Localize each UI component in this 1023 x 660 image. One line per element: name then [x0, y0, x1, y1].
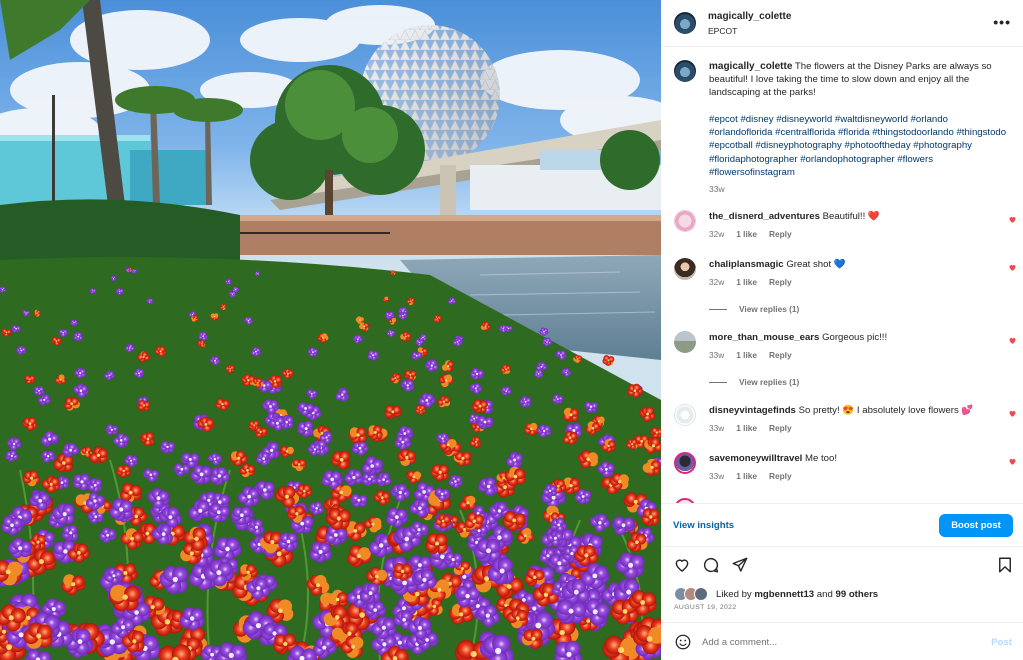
comment-likes[interactable]: 1 like	[736, 229, 757, 239]
red-flower	[120, 482, 142, 503]
post-header: magically_colette EPCOT •••	[661, 0, 1023, 47]
author-username[interactable]: magically_colette	[708, 11, 791, 22]
reply-button[interactable]: Reply	[769, 423, 792, 433]
liker-avatars[interactable]	[674, 587, 712, 601]
share-icon[interactable]	[731, 556, 749, 574]
purple-flower	[454, 585, 480, 608]
liker-avatar	[694, 587, 708, 601]
post-photo[interactable]	[0, 0, 661, 660]
boost-post-button[interactable]: Boost post	[939, 514, 1013, 537]
purple-flower	[11, 324, 21, 333]
comment-time: 32w	[709, 277, 725, 287]
comment-item: the_disnerd_adventures Beautiful!! ❤️ 32…	[674, 210, 1019, 250]
caption-avatar[interactable]	[674, 60, 696, 82]
purple-flower	[309, 541, 332, 563]
red-flower	[425, 533, 448, 554]
caption-hashtags[interactable]: #epcot #disney #disneyworld #waltdisneyw…	[709, 113, 1009, 179]
likes-prefix: Liked by	[716, 588, 752, 600]
post-side-panel: magically_colette EPCOT ••• magically_co…	[661, 0, 1023, 660]
reply-button[interactable]: Reply	[769, 277, 792, 287]
comment-text: Great shot 💙	[786, 259, 846, 270]
comment-input[interactable]	[702, 632, 972, 652]
liker-username[interactable]: mgbennett13	[754, 589, 814, 600]
purple-flower	[350, 493, 368, 508]
purple-flower	[554, 640, 583, 660]
comment-likes[interactable]: 1 like	[736, 471, 757, 481]
heart-icon[interactable]	[1008, 336, 1017, 345]
comment-item: disneyvintagefinds So pretty! 😍 I absolu…	[674, 404, 1019, 444]
author-avatar[interactable]	[674, 12, 696, 34]
comment-username[interactable]: more_than_mouse_ears	[709, 332, 819, 343]
likes-summary: Liked by mgbennett13 and 99 others	[674, 587, 878, 601]
red-flower	[137, 400, 151, 412]
post-date: AUGUST 19, 2022	[674, 604, 737, 611]
comment-likes[interactable]: 1 like	[736, 350, 757, 360]
view-replies-button[interactable]: View replies (1)	[709, 304, 799, 314]
comment-likes[interactable]: 1 like	[736, 277, 757, 287]
comment-avatar[interactable]	[674, 331, 696, 353]
red-flower	[602, 355, 615, 366]
purple-flower	[254, 271, 260, 277]
post-comment-button[interactable]: Post	[991, 637, 1012, 648]
red-flower	[390, 270, 396, 276]
purple-flower	[367, 350, 379, 361]
comment-avatar[interactable]	[674, 258, 696, 280]
comment-username[interactable]: the_disnerd_adventures	[709, 211, 820, 222]
comments-section[interactable]: magically_colette The flowers at the Dis…	[661, 47, 1023, 503]
comment-text: Me too!	[805, 453, 837, 464]
heart-icon[interactable]	[1008, 215, 1017, 224]
likes-count[interactable]: 99 others	[835, 589, 878, 600]
caption-username[interactable]: magically_colette	[709, 61, 792, 72]
add-comment-bar: Post	[661, 622, 1023, 660]
reply-button[interactable]: Reply	[769, 229, 792, 239]
bookmark-icon[interactable]	[996, 556, 1014, 574]
comment-item: more_than_mouse_ears Gorgeous pic!!! 33w…	[674, 331, 1019, 371]
purple-flower	[555, 599, 587, 625]
post-location[interactable]: EPCOT	[708, 26, 737, 36]
reply-button[interactable]: Reply	[769, 350, 792, 360]
more-options-icon[interactable]: •••	[993, 14, 1011, 30]
comment-text: So pretty! 😍 I absolutely love flowers 💕	[798, 405, 974, 416]
comment-username[interactable]: savemoneywilltravel	[709, 453, 802, 464]
comment-time: 33w	[709, 350, 725, 360]
comment-text: Beautiful!! ❤️	[822, 211, 880, 222]
comment-time: 33w	[709, 423, 725, 433]
comment-avatar[interactable]	[674, 404, 696, 426]
comment-username[interactable]: disneyvintagefinds	[709, 405, 796, 416]
comment-likes[interactable]: 1 like	[736, 423, 757, 433]
heart-icon[interactable]	[673, 556, 691, 574]
caption-time: 33w	[709, 184, 725, 194]
heart-icon[interactable]	[1008, 409, 1017, 418]
comment-item: savemoneywilltravel Me too! 33w 1 like Rep…	[674, 452, 1019, 492]
comment-username[interactable]: chaliplansmagic	[709, 259, 784, 270]
reply-button[interactable]: Reply	[769, 471, 792, 481]
heart-icon[interactable]	[1008, 263, 1017, 272]
comment-avatar[interactable]	[674, 452, 696, 474]
comment-time: 32w	[709, 229, 725, 239]
comment-avatar[interactable]	[674, 210, 696, 232]
likes-joiner: and	[816, 588, 833, 600]
comment-icon[interactable]	[702, 556, 720, 574]
emoji-icon[interactable]	[674, 633, 692, 651]
purple-flower	[61, 524, 79, 541]
view-replies-button[interactable]: View replies (1)	[709, 377, 799, 387]
red-flower	[563, 407, 579, 423]
action-bar	[661, 551, 1023, 579]
caption-text: magically_colette The flowers at the Dis…	[709, 60, 1009, 100]
heart-icon[interactable]	[1008, 457, 1017, 466]
view-insights-link[interactable]: View insights	[673, 520, 734, 531]
comment-item: chaliplansmagic Great shot 💙 32w 1 like Re…	[674, 258, 1019, 298]
insights-bar: View insights Boost post	[661, 503, 1023, 547]
red-flower	[641, 508, 660, 526]
comment-time: 33w	[709, 471, 725, 481]
comment-text: Gorgeous pic!!!	[822, 332, 888, 343]
epcot-photo-illustration	[0, 0, 661, 660]
